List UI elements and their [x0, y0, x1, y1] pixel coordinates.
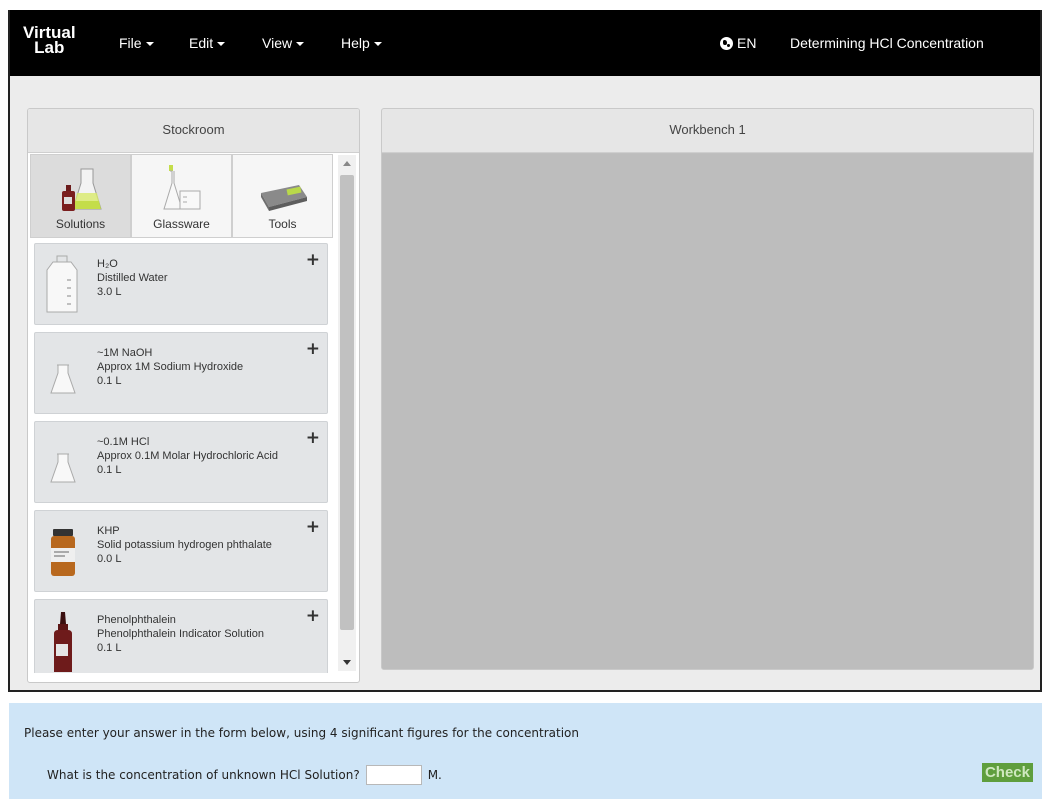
item-description: Approx 0.1M Molar Hydrochloric Acid	[97, 450, 278, 462]
tab-tools-label: Tools	[268, 217, 297, 231]
solutions-icon	[61, 168, 102, 211]
assignment-title: Determining HCl Concentration	[790, 35, 984, 51]
item-text: H₂O Distilled Water 3.0 L	[97, 257, 168, 299]
virtual-lab-app: Virtual Lab File Edit View Help EN Deter…	[8, 10, 1042, 692]
answer-unit: M.	[427, 768, 442, 782]
add-item-button[interactable]: +	[306, 339, 320, 359]
workbench-area[interactable]	[382, 154, 1033, 669]
list-item-naoh[interactable]: ~1M NaOH Approx 1M Sodium Hydroxide 0.1 …	[34, 332, 328, 414]
file-menu-label: File	[119, 35, 142, 51]
item-description: Approx 1M Sodium Hydroxide	[97, 361, 244, 373]
list-item-distilled-water[interactable]: H₂O Distilled Water 3.0 L +	[34, 243, 328, 325]
flask-icon	[50, 453, 76, 483]
help-menu[interactable]: Help	[341, 35, 382, 51]
brand-line-2: Lab	[34, 38, 65, 57]
item-description: Distilled Water	[97, 272, 168, 284]
edit-menu[interactable]: Edit	[189, 35, 226, 51]
item-text: ~0.1M HCl Approx 0.1M Molar Hydrochloric…	[97, 435, 278, 477]
stockroom-title: Stockroom	[28, 109, 359, 153]
view-menu-label: View	[262, 35, 293, 51]
item-amount: 0.1 L	[97, 375, 122, 387]
file-menu[interactable]: File	[119, 35, 154, 51]
check-button[interactable]: Check	[981, 763, 1033, 782]
caret-down-icon	[145, 42, 154, 47]
concentration-input[interactable]	[365, 765, 422, 785]
add-item-button[interactable]: +	[306, 250, 320, 270]
language-selector[interactable]: EN	[720, 35, 756, 51]
answer-form: Please enter your answer in the form bel…	[9, 703, 1042, 799]
workbench-title[interactable]: Workbench 1	[382, 109, 1033, 153]
tab-tools[interactable]: Tools	[232, 154, 333, 238]
tab-solutions-label: Solutions	[55, 217, 106, 231]
item-name: Phenolphthalein	[97, 614, 176, 626]
list-item-phenolphthalein[interactable]: Phenolphthalein Phenolphthalein Indicato…	[34, 599, 328, 673]
view-menu[interactable]: View	[262, 35, 305, 51]
tools-icon	[260, 185, 307, 211]
item-name: KHP	[97, 525, 120, 537]
add-item-button[interactable]: +	[306, 428, 320, 448]
item-name: H₂O	[97, 258, 118, 270]
list-item-khp[interactable]: KHP Solid potassium hydrogen phthalate 0…	[34, 510, 328, 592]
language-label: EN	[737, 35, 757, 51]
tab-solutions[interactable]: Solutions	[30, 154, 131, 238]
item-name: ~1M NaOH	[97, 347, 153, 359]
powder-jar-icon	[51, 529, 75, 576]
item-description: Phenolphthalein Indicator Solution	[97, 628, 264, 640]
item-amount: 3.0 L	[97, 286, 122, 298]
answer-instruction: Please enter your answer in the form bel…	[24, 726, 579, 740]
item-name: ~0.1M HCl	[97, 436, 150, 448]
virtual-lab-logo[interactable]: Virtual Lab	[23, 24, 76, 57]
caret-down-icon	[373, 42, 382, 47]
answer-question: What is the concentration of unknown HCl…	[47, 768, 360, 782]
workbench-panel: Workbench 1	[381, 108, 1034, 670]
stockroom-item-list: H₂O Distilled Water 3.0 L + ~1M NaOH App…	[34, 243, 330, 673]
tab-glassware[interactable]: Glassware	[131, 154, 232, 238]
globe-icon	[720, 36, 733, 50]
stockroom-scrollbar[interactable]	[338, 155, 356, 671]
edit-menu-label: Edit	[189, 35, 214, 51]
item-text: ~1M NaOH Approx 1M Sodium Hydroxide 0.1 …	[97, 346, 243, 388]
item-text: KHP Solid potassium hydrogen phthalate 0…	[97, 524, 272, 566]
scroll-down-arrow-icon[interactable]	[338, 653, 356, 671]
tab-glassware-label: Glassware	[153, 217, 210, 231]
add-item-button[interactable]: +	[306, 517, 320, 537]
item-description: Solid potassium hydrogen phthalate	[97, 539, 272, 551]
answer-question-row: What is the concentration of unknown HCl…	[47, 765, 442, 785]
top-navbar: Virtual Lab File Edit View Help EN Deter…	[10, 10, 1040, 76]
item-amount: 0.0 L	[97, 553, 122, 565]
item-text: Phenolphthalein Phenolphthalein Indicato…	[97, 613, 264, 655]
item-amount: 0.1 L	[97, 642, 122, 654]
item-amount: 0.1 L	[97, 464, 122, 476]
flask-icon	[50, 364, 76, 394]
scroll-thumb[interactable]	[340, 175, 354, 630]
stockroom-panel: Stockroom Solutions Glassware Tools H₂O …	[27, 108, 360, 683]
list-item-hcl[interactable]: ~0.1M HCl Approx 0.1M Molar Hydrochloric…	[34, 421, 328, 503]
water-jug-icon	[46, 255, 78, 313]
scroll-up-arrow-icon[interactable]	[338, 155, 356, 173]
glassware-icon	[162, 165, 200, 210]
dropper-bottle-icon	[54, 612, 72, 672]
caret-down-icon	[217, 42, 226, 47]
add-item-button[interactable]: +	[306, 606, 320, 626]
stockroom-tabs: Solutions Glassware Tools	[30, 154, 333, 238]
caret-down-icon	[296, 42, 305, 47]
help-menu-label: Help	[341, 35, 370, 51]
